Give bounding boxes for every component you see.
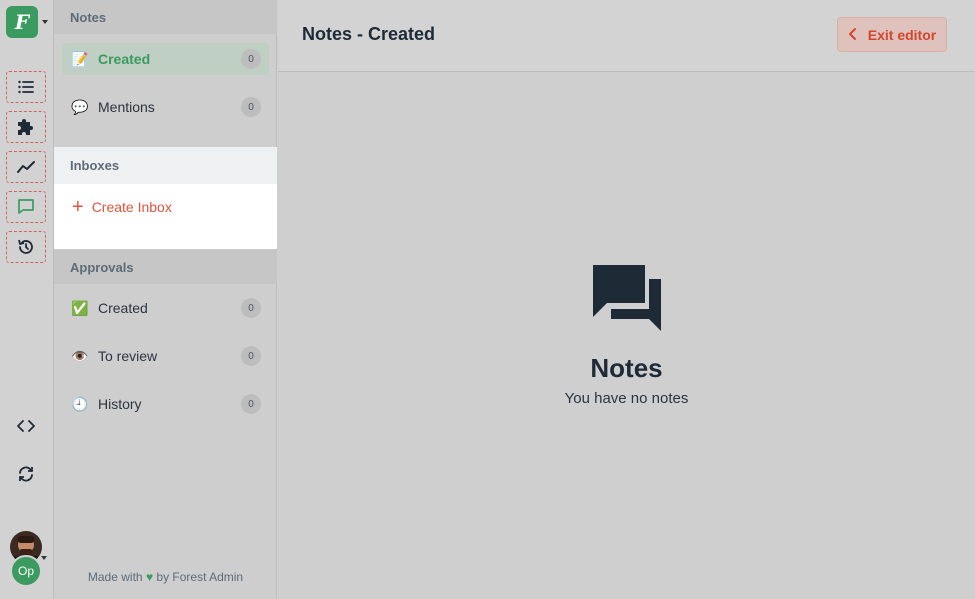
- empty-state-subtitle: You have no notes: [564, 390, 689, 407]
- eye-icon: 👁️: [71, 347, 89, 364]
- list-icon: [18, 80, 34, 94]
- sidebar-item-label: Mentions: [98, 99, 155, 115]
- sidebar-item-label: History: [98, 396, 142, 412]
- project-badge[interactable]: Op: [10, 555, 42, 587]
- avatar-caret-icon[interactable]: [41, 556, 47, 560]
- count-badge: 0: [241, 97, 261, 117]
- rail-collaboration-button[interactable]: [6, 191, 46, 223]
- notes-header: Notes: [54, 0, 277, 34]
- main-content: Notes - Created Exit editor Notes You ha…: [278, 0, 975, 599]
- sidebar-item-label: Created: [98, 300, 148, 316]
- sidebar-item-label: Created: [98, 51, 151, 67]
- project-initials: Op: [17, 564, 34, 578]
- inboxes-header: Inboxes: [54, 147, 277, 184]
- footer-prefix: Made with: [87, 570, 143, 584]
- history-icon: [18, 239, 33, 254]
- header-bar: Notes - Created Exit editor: [278, 0, 975, 72]
- sidebar-item-history[interactable]: 🕘 History 0: [62, 388, 269, 420]
- sidebar-item-notes-created[interactable]: 📝 Created 0: [62, 43, 269, 75]
- code-icon: [17, 420, 35, 432]
- chevron-left-icon: [848, 27, 858, 43]
- sidebar-item-label: To review: [98, 348, 158, 364]
- forum-icon: [592, 265, 661, 333]
- sync-icon: [19, 466, 33, 482]
- footer-suffix: by Forest Admin: [156, 570, 244, 584]
- logo-letter: F: [14, 10, 30, 34]
- inboxes-section: Inboxes + Create Inbox: [54, 147, 277, 249]
- empty-state: Notes You have no notes: [278, 265, 975, 407]
- heart-icon: ♥: [145, 570, 154, 584]
- chat-icon: [18, 199, 34, 214]
- rail-plugins-button[interactable]: [6, 111, 46, 143]
- rail-data-button[interactable]: [6, 71, 46, 103]
- plus-icon: +: [72, 196, 84, 218]
- sidebar-item-to-review[interactable]: 👁️ To review 0: [62, 340, 269, 372]
- forest-logo[interactable]: F: [6, 6, 38, 38]
- rail-history-button[interactable]: [6, 231, 46, 263]
- checkbox-icon: ✅: [71, 299, 89, 316]
- create-inbox-label: Create Inbox: [91, 199, 172, 215]
- page-title: Notes - Created: [302, 24, 436, 44]
- made-with-footer: Made with ♥ by Forest Admin: [54, 570, 277, 584]
- puzzle-icon: [18, 119, 33, 135]
- speech-bubble-icon: 💬: [71, 98, 89, 115]
- count-badge: 0: [241, 298, 261, 318]
- rail-code-button[interactable]: [6, 410, 46, 442]
- memo-icon: 📝: [71, 50, 89, 67]
- collaboration-sidebar: Notes 📝 Created 0 💬 Mentions 0 Inboxes +…: [54, 0, 277, 599]
- count-badge: 0: [241, 394, 261, 414]
- approvals-header: Approvals: [54, 250, 277, 284]
- rail-analytics-button[interactable]: [6, 151, 46, 183]
- create-inbox-button[interactable]: + Create Inbox: [72, 196, 172, 218]
- clock-icon: 🕘: [71, 395, 89, 412]
- logo-caret-icon[interactable]: [42, 20, 48, 24]
- app-rail: F Op: [0, 0, 54, 599]
- exit-editor-label: Exit editor: [867, 26, 937, 43]
- count-badge: 0: [241, 346, 261, 366]
- exit-editor-button[interactable]: Exit editor: [837, 17, 947, 52]
- rail-sync-button[interactable]: [6, 458, 46, 490]
- count-badge: 0: [241, 49, 261, 69]
- sidebar-item-mentions[interactable]: 💬 Mentions 0: [62, 91, 269, 123]
- sidebar-item-approvals-created[interactable]: ✅ Created 0: [62, 292, 269, 324]
- empty-state-title: Notes: [590, 353, 663, 383]
- chart-line-icon: [17, 161, 35, 173]
